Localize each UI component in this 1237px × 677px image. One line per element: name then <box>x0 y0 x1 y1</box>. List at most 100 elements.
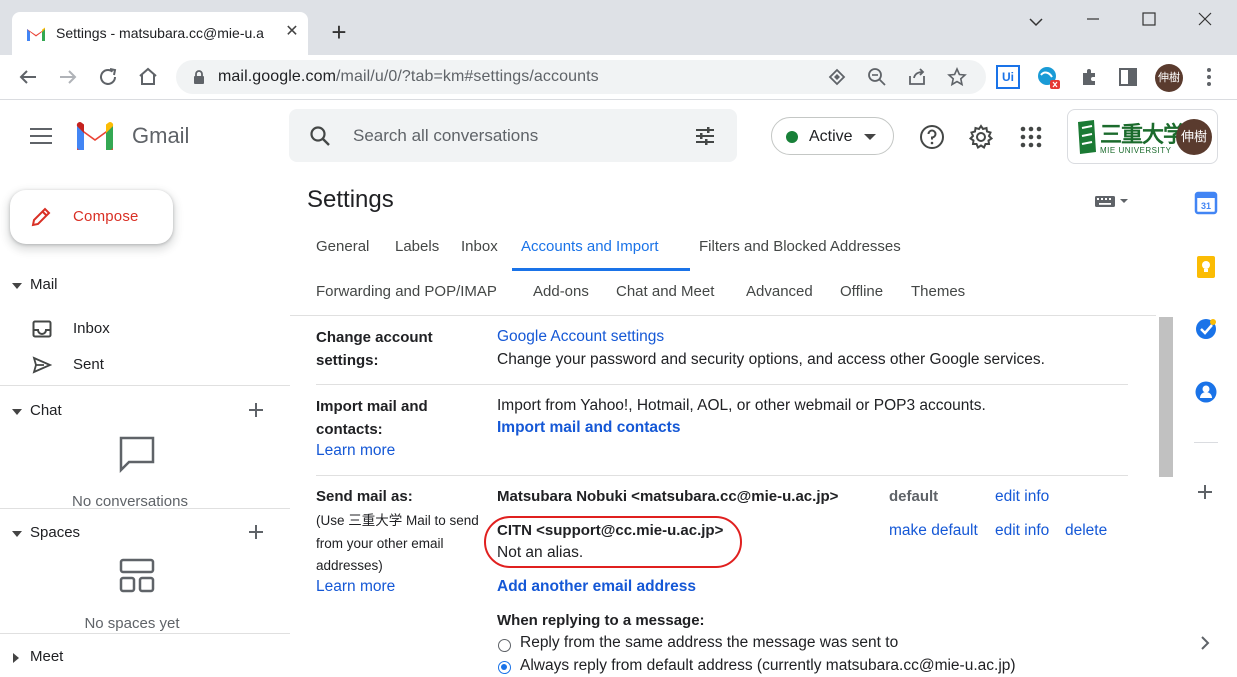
tab-offline[interactable]: Offline <box>840 283 883 300</box>
translate-extension-icon[interactable] <box>1036 65 1060 89</box>
tasks-icon[interactable] <box>1194 317 1218 341</box>
tab-themes[interactable]: Themes <box>911 283 965 300</box>
avatar[interactable]: 伸樹 <box>1176 119 1212 155</box>
reply-default-address-radio[interactable] <box>498 661 511 674</box>
bookmark-star-icon[interactable] <box>946 66 968 88</box>
search-bar[interactable] <box>289 109 737 162</box>
chevron-down-icon[interactable] <box>12 283 22 289</box>
chevron-down-icon[interactable] <box>12 409 22 415</box>
chevron-right-icon[interactable] <box>1198 634 1212 652</box>
gmail-logo-icon[interactable] <box>74 120 116 152</box>
send-icon <box>32 356 52 374</box>
lock-icon[interactable] <box>192 69 206 85</box>
search-options-icon[interactable] <box>693 124 717 148</box>
note-line: (Use 三重大学 Mail to send <box>316 513 479 528</box>
edit-info-link-primary[interactable]: edit info <box>995 488 1049 506</box>
section-mail[interactable]: Mail <box>0 272 290 302</box>
search-icon[interactable] <box>309 125 331 147</box>
tab-advanced[interactable]: Advanced <box>746 283 813 300</box>
uipath-extension-icon[interactable]: Ui <box>996 65 1020 89</box>
keep-icon[interactable] <box>1194 255 1218 279</box>
zoom-icon[interactable] <box>866 66 888 88</box>
delete-link[interactable]: delete <box>1065 522 1107 540</box>
section-spaces[interactable]: Spaces <box>0 520 290 550</box>
tab-inbox[interactable]: Inbox <box>461 238 498 255</box>
reply-default-address-label[interactable]: Always reply from default address (curre… <box>520 657 1016 675</box>
section-spaces-label: Spaces <box>30 524 81 541</box>
install-app-icon[interactable] <box>826 66 848 88</box>
add-email-address-link[interactable]: Add another email address <box>497 578 696 596</box>
divider <box>316 475 1128 476</box>
send-as-label: Send mail as: <box>316 488 413 505</box>
tab-search-chevron-icon[interactable] <box>1021 10 1051 34</box>
help-icon[interactable] <box>919 124 945 150</box>
tab-filters[interactable]: Filters and Blocked Addresses <box>699 238 901 255</box>
section-meet[interactable]: Meet <box>0 644 290 674</box>
settings-gear-icon[interactable] <box>968 124 994 150</box>
input-tools-keyboard-icon[interactable] <box>1094 194 1128 208</box>
divider <box>1194 442 1218 443</box>
new-tab-button[interactable]: + <box>326 19 352 46</box>
get-addons-plus-icon[interactable] <box>1195 480 1215 504</box>
import-mail-contacts-link[interactable]: Import mail and contacts <box>497 419 680 437</box>
reply-same-address-label[interactable]: Reply from the same address the message … <box>520 634 898 652</box>
reload-icon[interactable] <box>96 65 120 89</box>
sidebar-item-sent[interactable]: Sent <box>0 349 290 381</box>
search-input[interactable] <box>353 123 673 149</box>
note-line: addresses) <box>316 558 383 573</box>
reply-same-address-radio[interactable] <box>498 639 511 652</box>
calendar-icon[interactable]: 31 <box>1194 191 1218 215</box>
tab-addons[interactable]: Add-ons <box>533 283 589 300</box>
tab-forwarding[interactable]: Forwarding and POP/IMAP <box>316 283 497 300</box>
new-space-plus-icon[interactable] <box>246 520 266 544</box>
make-default-link[interactable]: make default <box>889 522 978 540</box>
maximize-icon[interactable] <box>1134 6 1164 30</box>
import-label: Import mail and contacts: <box>316 395 428 441</box>
section-chat[interactable]: Chat <box>0 398 290 428</box>
spaces-grid-icon <box>119 558 155 593</box>
status-selector[interactable]: Active <box>771 117 894 155</box>
browser-tab[interactable]: Settings - matsubara.cc@mie-u.a ✕ <box>12 12 308 55</box>
browser-titlebar: Settings - matsubara.cc@mie-u.a ✕ + <box>0 0 1237 55</box>
forward-arrow-icon[interactable] <box>56 65 80 89</box>
chevron-down-icon[interactable] <box>12 531 22 537</box>
sidebar-item-inbox[interactable]: Inbox <box>0 313 290 345</box>
edit-info-link-alias[interactable]: edit info <box>995 522 1049 540</box>
url-text[interactable]: mail.google.com/mail/u/0/?tab=km#setting… <box>218 68 599 86</box>
send-as-note: (Use 三重大学 Mail to send from your other em… <box>316 510 479 578</box>
more-menu-icon[interactable] <box>1197 65 1221 89</box>
chat-bubble-icon <box>119 436 155 474</box>
address-bar[interactable]: mail.google.com/mail/u/0/?tab=km#setting… <box>176 60 986 94</box>
chevron-right-icon[interactable] <box>13 653 19 663</box>
tab-close-icon[interactable]: ✕ <box>282 22 302 42</box>
contacts-icon[interactable] <box>1194 380 1218 404</box>
tab-labels[interactable]: Labels <box>395 238 439 255</box>
import-learn-more-link[interactable]: Learn more <box>316 442 395 460</box>
send-as-learn-more-link[interactable]: Learn more <box>316 578 395 596</box>
back-arrow-icon[interactable] <box>16 65 40 89</box>
main-menu-icon[interactable] <box>30 128 52 144</box>
browser-profile-avatar[interactable]: 伸樹 <box>1155 64 1183 92</box>
tab-general[interactable]: General <box>316 238 369 255</box>
note-line: from your other email <box>316 535 444 551</box>
divider <box>290 315 1156 316</box>
status-text: Active <box>809 128 853 145</box>
tab-accounts-and-import[interactable]: Accounts and Import <box>521 238 659 255</box>
tab-chat-and-meet[interactable]: Chat and Meet <box>616 283 714 300</box>
share-icon[interactable] <box>906 66 928 88</box>
gmail-wordmark[interactable]: Gmail <box>132 123 189 149</box>
extensions-puzzle-icon[interactable] <box>1077 65 1101 89</box>
scrollbar-thumb[interactable] <box>1159 317 1173 477</box>
account-switcher[interactable]: 三重大学 MIE UNIVERSITY 伸樹 <box>1067 109 1218 164</box>
side-panel-icon[interactable] <box>1116 65 1140 89</box>
minimize-icon[interactable] <box>1078 6 1108 30</box>
home-icon[interactable] <box>136 65 160 89</box>
compose-button[interactable]: Compose <box>10 190 173 244</box>
close-window-icon[interactable] <box>1190 6 1220 30</box>
label-line: Import mail and <box>316 398 428 415</box>
new-chat-plus-icon[interactable] <box>246 398 266 422</box>
inbox-icon <box>32 320 52 338</box>
apps-grid-icon[interactable] <box>1018 124 1044 150</box>
section-mail-label: Mail <box>30 276 58 293</box>
google-account-settings-link[interactable]: Google Account settings <box>497 328 664 346</box>
